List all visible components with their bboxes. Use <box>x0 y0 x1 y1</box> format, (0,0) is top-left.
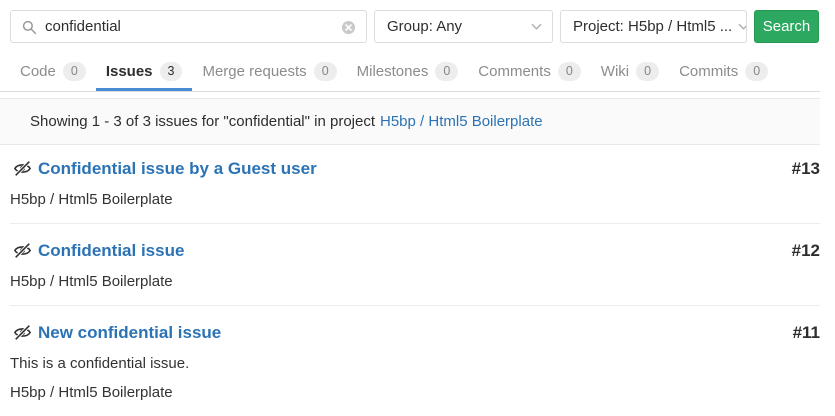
issue-id: #12 <box>792 241 820 261</box>
issue-description: This is a confidential issue. <box>10 355 820 372</box>
issue-result-row: Confidential issue #12 H5bp / Html5 Boil… <box>10 224 820 306</box>
search-filter-bar: Group: Any Project: H5bp / Html5 ... Sea… <box>0 0 820 43</box>
search-box <box>10 10 367 43</box>
issue-id: #11 <box>793 323 820 343</box>
issue-title-row: Confidential issue by a Guest user #13 <box>10 159 820 179</box>
tab-label: Commits <box>679 63 738 80</box>
issue-title-link[interactable]: Confidential issue by a Guest user <box>38 159 317 179</box>
issue-result-row: New confidential issue #11 This is a con… <box>10 306 820 416</box>
issue-id: #13 <box>792 159 820 179</box>
issue-project-name: H5bp / Html5 Boilerplate <box>10 191 820 208</box>
issue-title-link[interactable]: Confidential issue <box>38 241 184 261</box>
search-results-list: Confidential issue by a Guest user #13 H… <box>0 145 820 416</box>
issue-result-row: Confidential issue by a Guest user #13 H… <box>10 145 820 224</box>
tab-milestones[interactable]: Milestones 0 <box>347 53 469 91</box>
tab-commits[interactable]: Commits 0 <box>669 53 778 91</box>
issue-title-row: Confidential issue #12 <box>10 241 820 261</box>
tab-count-badge: 0 <box>636 62 659 81</box>
search-scope-tabs: Code 0 Issues 3 Merge requests 0 Milesto… <box>0 53 820 92</box>
confidential-eye-slash-icon <box>13 324 32 341</box>
tab-count-badge: 0 <box>558 62 581 81</box>
tab-label: Comments <box>478 63 551 80</box>
tab-count-badge: 0 <box>435 62 458 81</box>
search-icon <box>22 20 37 35</box>
project-filter-label: Project: H5bp / Html5 ... <box>573 18 732 35</box>
issue-title-row: New confidential issue #11 <box>10 323 820 343</box>
confidential-eye-slash-icon <box>13 160 32 177</box>
tab-label: Wiki <box>601 63 629 80</box>
chevron-down-icon <box>531 23 542 31</box>
search-input[interactable] <box>11 18 366 35</box>
search-results-page: Group: Any Project: H5bp / Html5 ... Sea… <box>0 0 820 416</box>
confidential-eye-slash-icon <box>13 242 32 259</box>
results-summary-banner: Showing 1 - 3 of 3 issues for "confident… <box>0 98 820 145</box>
tab-code[interactable]: Code 0 <box>10 53 96 91</box>
tab-count-badge: 0 <box>63 62 86 81</box>
project-link[interactable]: H5bp / Html5 Boilerplate <box>380 113 543 130</box>
tab-count-badge: 0 <box>314 62 337 81</box>
tab-label: Milestones <box>357 63 429 80</box>
clear-search-icon[interactable] <box>341 20 356 35</box>
tab-label: Issues <box>106 63 153 80</box>
search-button[interactable]: Search <box>754 10 819 43</box>
results-summary-text: Showing 1 - 3 of 3 issues for "confident… <box>30 113 375 130</box>
issue-project-name: H5bp / Html5 Boilerplate <box>10 384 820 401</box>
tab-count-badge: 3 <box>160 62 183 81</box>
tab-wiki[interactable]: Wiki 0 <box>591 53 669 91</box>
project-filter-dropdown[interactable]: Project: H5bp / Html5 ... <box>560 10 747 43</box>
tab-issues[interactable]: Issues 3 <box>96 53 193 91</box>
tab-count-badge: 0 <box>745 62 768 81</box>
group-filter-label: Group: Any <box>387 18 462 35</box>
tab-comments[interactable]: Comments 0 <box>468 53 590 91</box>
chevron-down-icon <box>738 23 747 31</box>
tab-label: Code <box>20 63 56 80</box>
tab-merge-requests[interactable]: Merge requests 0 <box>192 53 346 91</box>
tab-label: Merge requests <box>202 63 306 80</box>
group-filter-dropdown[interactable]: Group: Any <box>374 10 553 43</box>
issue-title-link[interactable]: New confidential issue <box>38 323 221 343</box>
issue-project-name: H5bp / Html5 Boilerplate <box>10 273 820 290</box>
